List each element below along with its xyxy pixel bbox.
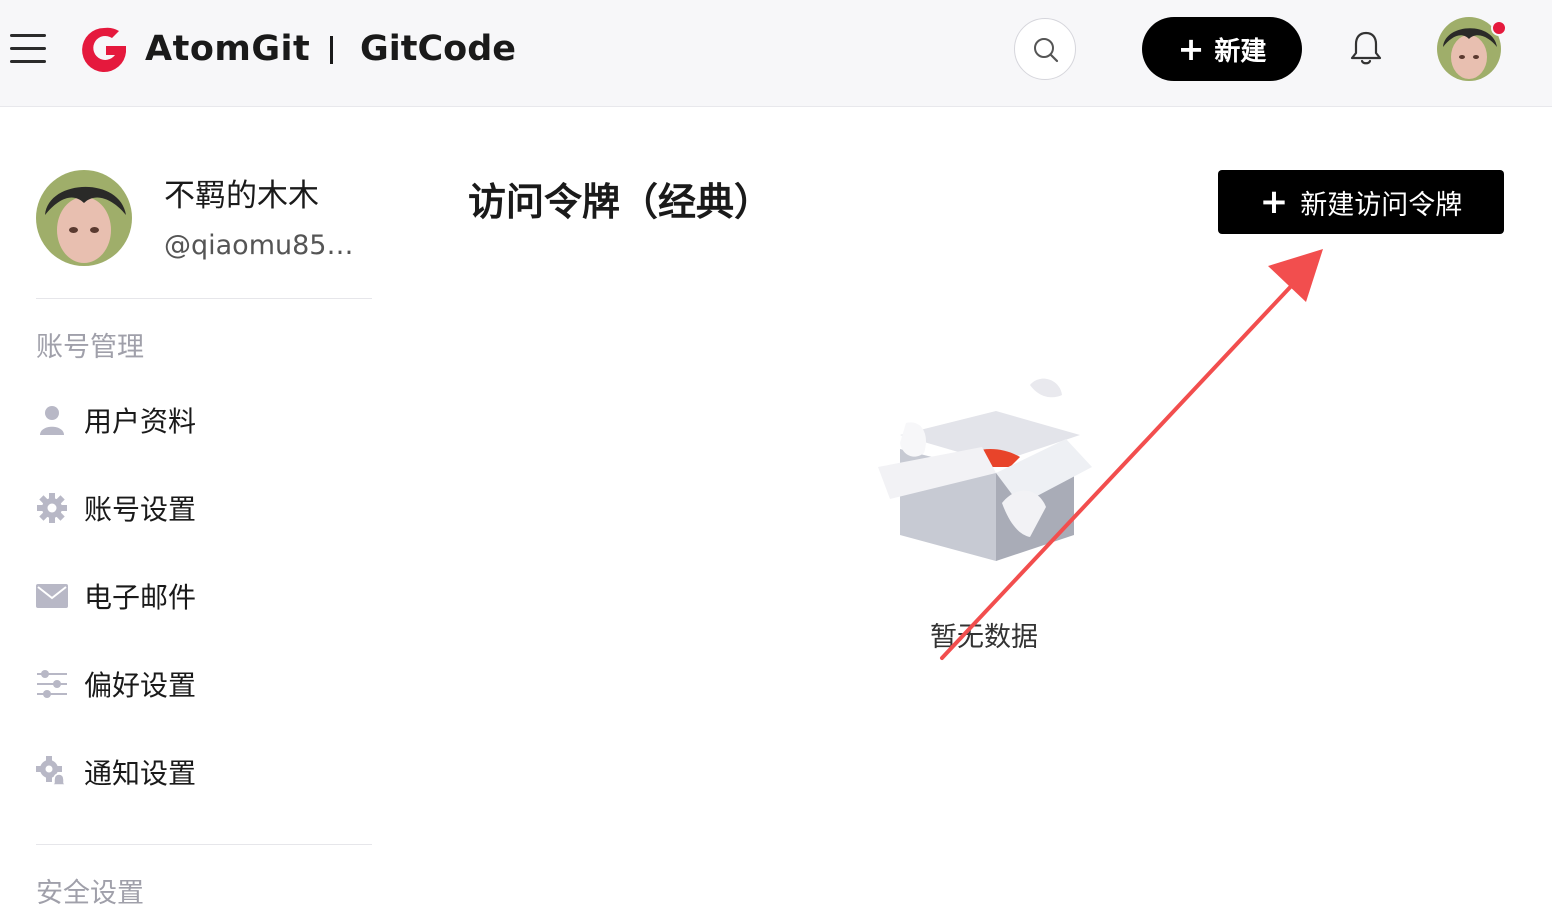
plus-icon: + xyxy=(1259,182,1289,222)
section-title-account: 账号管理 xyxy=(36,332,144,363)
user-name: 不羁的木木 xyxy=(164,178,319,214)
sidebar-item-profile[interactable]: 用户资料 xyxy=(36,396,372,444)
sidebar-item-notification-settings[interactable]: 通知设置 xyxy=(36,748,372,796)
sidebar-item-label: 用户资料 xyxy=(84,405,197,438)
sidebar-item-preferences[interactable]: 偏好设置 xyxy=(36,660,372,708)
create-button-label: 新建访问令牌 xyxy=(1300,189,1463,221)
sliders-icon xyxy=(36,668,68,700)
profile-avatar xyxy=(36,170,132,266)
section-title-security: 安全设置 xyxy=(36,878,144,909)
gear-icon xyxy=(36,492,68,524)
sidebar-divider xyxy=(36,298,372,299)
sidebar-item-label: 账号设置 xyxy=(84,493,197,526)
sidebar-item-label: 通知设置 xyxy=(84,757,197,790)
bell-icon[interactable] xyxy=(1347,28,1385,68)
sidebar-item-account-settings[interactable]: 账号设置 xyxy=(36,484,372,532)
sidebar-item-label: 偏好设置 xyxy=(84,669,197,702)
mail-icon xyxy=(36,580,68,612)
new-button[interactable]: + 新建 xyxy=(1142,17,1302,81)
search-icon xyxy=(1034,38,1059,63)
empty-state-text: 暂无数据 xyxy=(930,622,1038,653)
plus-icon: + xyxy=(1177,30,1205,68)
menu-icon[interactable] xyxy=(10,30,46,68)
brand-secondary[interactable]: GitCode xyxy=(360,27,516,71)
brand-primary[interactable]: AtomGit xyxy=(145,27,310,71)
gear-bell-icon xyxy=(36,756,68,788)
page-title: 访问令牌（经典） xyxy=(468,180,773,224)
atomgit-logo-icon[interactable] xyxy=(78,24,130,76)
brand-divider xyxy=(330,36,333,64)
user-handle: @qiaomu855... xyxy=(164,230,364,261)
sidebar-item-email[interactable]: 电子邮件 xyxy=(36,572,372,620)
user-icon xyxy=(36,404,68,436)
search-button[interactable] xyxy=(1014,18,1076,80)
top-bar: AtomGit GitCode + 新建 xyxy=(0,0,1552,107)
new-button-label: 新建 xyxy=(1214,36,1267,67)
sidebar-item-label: 电子邮件 xyxy=(84,581,197,614)
notification-dot xyxy=(1491,20,1507,36)
create-access-token-button[interactable]: + 新建访问令牌 xyxy=(1218,170,1504,234)
empty-box-illustration xyxy=(878,378,1092,561)
sidebar-divider xyxy=(36,844,372,845)
